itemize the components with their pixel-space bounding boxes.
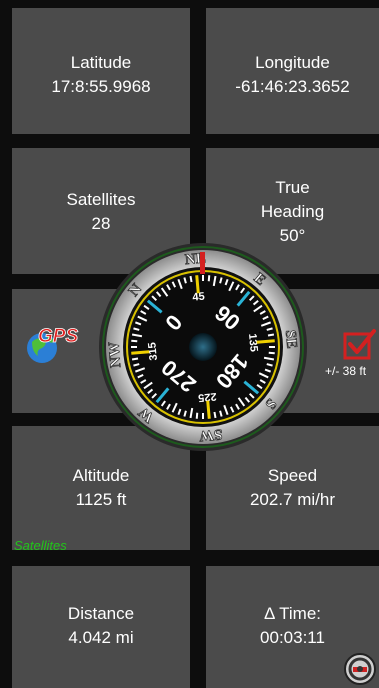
satellites-value: 28	[91, 214, 111, 233]
compass-tick	[189, 275, 193, 283]
compass-tick	[207, 275, 211, 282]
longitude-label: Longitude	[255, 53, 330, 72]
accuracy-check-icon	[343, 329, 376, 360]
heading-marker	[200, 252, 205, 274]
compass-cardinal-se: SE	[282, 329, 300, 349]
compass-tick	[131, 357, 139, 361]
altitude-value: 1125 ft	[75, 490, 127, 509]
compass-tick	[131, 350, 150, 355]
compass-tick	[195, 412, 199, 419]
satellites-label: Satellites	[66, 190, 136, 209]
true-heading-label-1: True	[275, 178, 310, 197]
delta-time-value: 00:03:11	[260, 628, 325, 647]
compass-tick	[195, 275, 200, 294]
altitude-label: Altitude	[72, 466, 130, 485]
compass-cardinal-nw: NW	[106, 341, 124, 368]
latitude-value: 17:8:55.9968	[51, 77, 151, 96]
compass-tick	[206, 400, 211, 419]
compass-tick	[256, 339, 275, 344]
distance-value: 4.042 mi	[68, 628, 134, 647]
gps-badge-text: GPS	[38, 326, 78, 347]
gps-badge-icon: GPS	[27, 326, 79, 363]
latitude-label: Latitude	[70, 53, 132, 72]
compass-tick	[268, 351, 275, 355]
accuracy-value: +/- 38 ft	[325, 364, 367, 378]
satellites-view-link[interactable]: Satellites	[14, 538, 67, 553]
compass-tick	[267, 333, 275, 337]
true-heading-label-2: Heading	[260, 202, 325, 221]
latitude-tile[interactable]: Latitude 17:8:55.9968	[12, 8, 190, 134]
speed-value: 202.7 mi/hr	[249, 490, 336, 509]
longitude-tile[interactable]: Longitude -61:46:23.3652	[206, 8, 379, 134]
compass-cardinal-sw: SW	[198, 426, 223, 444]
compass-tick	[213, 411, 217, 419]
speed-label: Speed	[267, 466, 318, 485]
compass-tick	[131, 339, 138, 343]
steering-wheel-icon[interactable]	[343, 652, 377, 686]
distance-label: Distance	[67, 604, 135, 623]
distance-tile[interactable]: Distance 4.042 mi	[12, 566, 190, 688]
compass-dial: 04590135180225270315NNEESESSWWNW	[99, 243, 307, 451]
longitude-value: -61:46:23.3652	[235, 77, 350, 96]
delta-time-label: Δ Time:	[263, 604, 321, 623]
